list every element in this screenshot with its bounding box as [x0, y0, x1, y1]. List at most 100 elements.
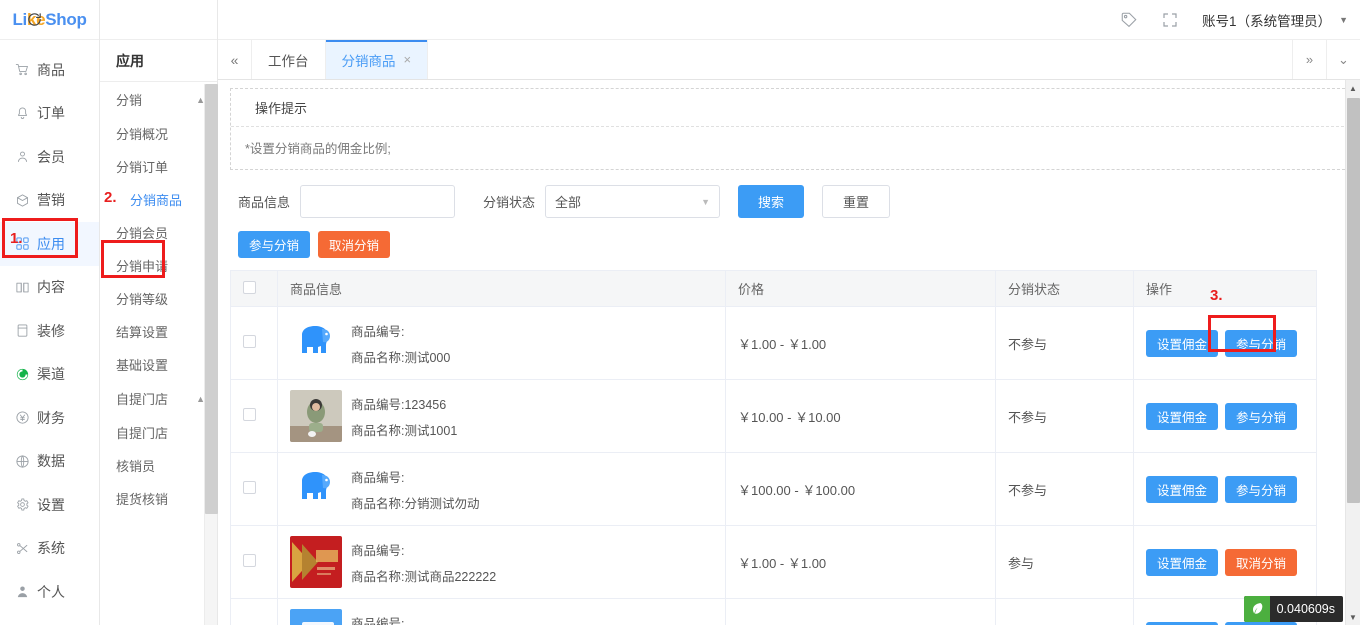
sidebar-item-10[interactable]: 数据	[0, 440, 99, 484]
price-cell: ￥100.00 - ￥100.00	[726, 453, 996, 526]
set-commission-button[interactable]: 设置佣金	[1146, 549, 1218, 576]
operations-cell: 设置佣金参与分销	[1134, 380, 1317, 453]
close-icon[interactable]: ×	[404, 52, 412, 67]
sub-menu-item-2-2[interactable]: 核销员	[100, 449, 217, 482]
sub-group-1[interactable]: 分销▲	[100, 82, 217, 117]
set-commission-button[interactable]: 设置佣金	[1146, 330, 1218, 357]
sub-menu-item-1-8[interactable]: 基础设置	[100, 348, 217, 381]
sidebar-item-12[interactable]: 系统	[0, 527, 99, 571]
product-thumbnail	[290, 390, 342, 442]
status-cell: 参与	[996, 526, 1134, 599]
primary-sidebar: LikeShop 商品订单会员营销 1. 应用内容装修渠道财务数据设置系统个人	[0, 0, 100, 625]
sub-menu-item-1-5[interactable]: 分销申请	[100, 249, 217, 282]
annotation-number: 2.	[104, 189, 117, 206]
sub-menu-item-1-3[interactable]: 2.分销商品	[100, 183, 217, 216]
refresh-icon[interactable]	[26, 11, 43, 33]
sidebar-item-5[interactable]: 1. 应用	[0, 222, 99, 266]
sidebar-item-7[interactable]: 装修	[0, 309, 99, 353]
sidebar-item-6[interactable]: 内容	[0, 266, 99, 310]
sub-menu-item-label: 分销申请	[116, 256, 168, 275]
toggle-distribution-button[interactable]: 参与分销	[1225, 403, 1297, 430]
goods-search-input[interactable]	[300, 185, 455, 218]
row-checkbox[interactable]	[243, 408, 256, 421]
sub-menu-item-1-6[interactable]: 分销等级	[100, 282, 217, 315]
product-name: 商品名称:测试1001	[351, 420, 457, 439]
table-row: 商品编号:商品名称:测试000￥1.00 - ￥1.00不参与3.设置佣金参与分…	[231, 307, 1317, 380]
toggle-distribution-button[interactable]: 参与分销	[1225, 476, 1297, 503]
book-icon	[14, 279, 30, 295]
scroll-up-arrow[interactable]: ▲	[1346, 80, 1360, 96]
sub-menu-item-2-1[interactable]: 自提门店	[100, 416, 217, 449]
tabs-more-button[interactable]: »	[1292, 40, 1326, 79]
sub-menu-item-1-4[interactable]: 分销会员	[100, 216, 217, 249]
toggle-distribution-button[interactable]: 参与分销	[1225, 330, 1297, 357]
sub-sidebar-scrollbar[interactable]	[204, 84, 217, 625]
sub-menu-item-label: 提货核销	[116, 489, 168, 508]
sub-menu-item-1-7[interactable]: 结算设置	[100, 315, 217, 348]
product-code: 商品编号:	[351, 613, 439, 625]
sidebar-item-3[interactable]: 会员	[0, 135, 99, 179]
collapse-tabs-button[interactable]: «	[218, 40, 252, 79]
bulk-cancel-button[interactable]: 取消分销	[318, 231, 390, 258]
select-all-header	[231, 271, 278, 307]
cart-icon	[14, 62, 30, 78]
annotation-number: 1.	[10, 230, 23, 247]
column-header-4: 操作	[1134, 271, 1317, 307]
sidebar-item-4[interactable]: 营销	[0, 179, 99, 223]
tips-panel: 操作提示 *设置分销商品的佣金比例;	[230, 88, 1350, 170]
goods-info-cell: 商品编号:商品名称:分销测试勿动	[278, 453, 726, 526]
sidebar-item-1[interactable]: 商品	[0, 48, 99, 92]
sidebar-item-label: 应用	[37, 234, 65, 254]
row-checkbox[interactable]	[243, 335, 256, 348]
scroll-down-arrow[interactable]: ▼	[1346, 609, 1360, 625]
tabs-dropdown-button[interactable]: ⌄	[1326, 40, 1360, 79]
tag-icon[interactable]	[1120, 11, 1138, 29]
fullscreen-icon[interactable]	[1162, 12, 1178, 28]
tab-2[interactable]: 分销商品×	[326, 40, 429, 79]
sidebar-item-9[interactable]: 财务	[0, 396, 99, 440]
sub-group-label: 分销	[116, 90, 142, 109]
sidebar-item-2[interactable]: 订单	[0, 92, 99, 136]
sidebar-item-13[interactable]: 个人	[0, 570, 99, 614]
set-commission-button[interactable]: 设置佣金	[1146, 622, 1218, 625]
sidebar-item-11[interactable]: 设置	[0, 483, 99, 527]
sidebar-item-label: 会员	[37, 147, 65, 167]
perf-badge[interactable]: 0.040609s	[1244, 596, 1343, 622]
table-row: 商品编号:123456商品名称:测试1001￥10.00 - ￥10.00不参与…	[231, 380, 1317, 453]
sub-menu-item-1-1[interactable]: 分销概况	[100, 117, 217, 150]
table-header-row: 商品信息价格分销状态操作	[231, 271, 1317, 307]
tab-1[interactable]: 工作台	[252, 40, 326, 79]
person-icon	[14, 584, 30, 600]
row-checkbox[interactable]	[243, 481, 256, 494]
sub-sidebar-title: 应用	[100, 40, 217, 82]
reset-button[interactable]: 重置	[822, 185, 890, 218]
select-all-checkbox[interactable]	[243, 281, 256, 294]
product-code: 商品编号:	[351, 467, 479, 486]
set-commission-button[interactable]: 设置佣金	[1146, 476, 1218, 503]
sidebar-item-label: 订单	[37, 103, 65, 123]
scrollbar-thumb[interactable]	[1347, 98, 1360, 503]
brand-logo[interactable]: LikeShop	[0, 0, 99, 40]
bulk-join-button[interactable]: 参与分销	[238, 231, 310, 258]
layout-icon	[14, 323, 30, 339]
tab-list: 工作台分销商品×	[252, 40, 428, 79]
row-checkbox[interactable]	[243, 554, 256, 567]
brand-part-3: Shop	[45, 10, 86, 30]
sub-menu-item-2-3[interactable]: 提货核销	[100, 482, 217, 515]
sub-group-label: 自提门店	[116, 389, 168, 408]
toggle-distribution-button[interactable]: 取消分销	[1225, 549, 1297, 576]
status-select[interactable]: 全部 ▼	[545, 185, 720, 218]
sub-menu-item-1-2[interactable]: 分销订单	[100, 150, 217, 183]
set-commission-button[interactable]: 设置佣金	[1146, 403, 1218, 430]
top-bar: 账号1（系统管理员） ▼	[218, 0, 1360, 40]
sidebar-item-8[interactable]: 渠道	[0, 353, 99, 397]
toggle-distribution-button[interactable]: 参与分销	[1225, 622, 1297, 625]
tips-header: 操作提示	[231, 89, 1349, 127]
sub-group-2[interactable]: 自提门店▲	[100, 381, 217, 416]
search-button[interactable]: 搜索	[738, 185, 804, 218]
column-header-1: 商品信息	[278, 271, 726, 307]
main-scrollbar[interactable]: ▲ ▼	[1345, 80, 1360, 625]
account-menu[interactable]: 账号1（系统管理员） ▼	[1202, 10, 1348, 30]
sub-scrollbar-thumb[interactable]	[205, 84, 218, 514]
status-cell: 不参与	[996, 380, 1134, 453]
